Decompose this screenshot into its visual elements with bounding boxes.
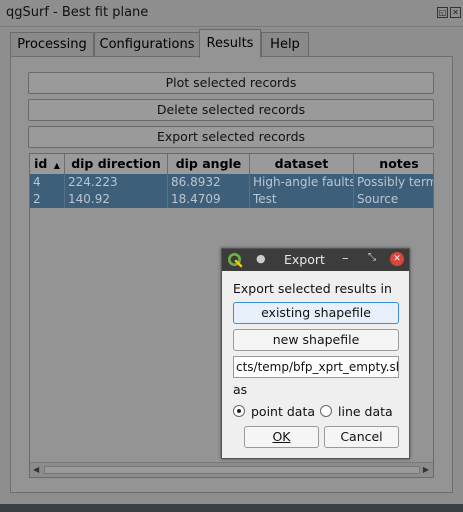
cancel-button[interactable]: Cancel bbox=[324, 426, 399, 448]
point-data-label[interactable]: point data bbox=[251, 404, 315, 419]
tab-label: Help bbox=[270, 37, 300, 52]
table-row[interactable]: 2 140.92 18.4709 Test Source bbox=[30, 191, 433, 208]
table-row[interactable]: 4 224.223 86.8932 High-angle faults Poss… bbox=[30, 174, 433, 191]
tab-label: Processing bbox=[17, 37, 87, 52]
scroll-left-icon[interactable]: ◀ bbox=[33, 465, 39, 474]
title-bar: qgSurf - Best fit plane ◱ ✕ bbox=[0, 0, 463, 27]
point-data-radio[interactable] bbox=[233, 405, 245, 417]
cell-id: 4 bbox=[30, 174, 65, 191]
qgis-logo-icon bbox=[228, 253, 243, 268]
shapefile-path-field[interactable]: cts/temp/bfp_xprt_empty.shp bbox=[233, 356, 399, 378]
new-shapefile-button[interactable]: new shapefile bbox=[233, 329, 399, 351]
main-window: qgSurf - Best fit plane ◱ ✕ Processing C… bbox=[0, 0, 463, 512]
cell-id: 2 bbox=[30, 191, 65, 208]
line-data-radio[interactable] bbox=[320, 405, 332, 417]
ok-button[interactable]: OK bbox=[244, 426, 319, 448]
cell-dip-direction: 224.223 bbox=[65, 174, 168, 191]
existing-shapefile-button[interactable]: existing shapefile bbox=[233, 302, 399, 324]
cell-dip-angle: 18.4709 bbox=[168, 191, 250, 208]
close-icon[interactable]: ✕ bbox=[450, 7, 461, 18]
tab-help[interactable]: Help bbox=[261, 32, 309, 56]
scroll-right-icon[interactable]: ▶ bbox=[423, 465, 429, 474]
export-selected-button[interactable]: Export selected records bbox=[28, 126, 434, 148]
column-header-notes[interactable]: notes bbox=[354, 154, 433, 174]
minimize-icon[interactable]: – bbox=[342, 251, 349, 266]
scrollbar-thumb[interactable] bbox=[44, 466, 420, 474]
dialog-title: Export bbox=[284, 252, 325, 267]
column-header-dataset[interactable]: dataset bbox=[250, 154, 354, 174]
tab-processing[interactable]: Processing bbox=[10, 32, 94, 56]
tab-results[interactable]: Results bbox=[199, 29, 261, 58]
cell-dataset: Test bbox=[250, 191, 354, 208]
column-header-id[interactable]: id ▲ bbox=[30, 154, 65, 174]
export-prompt: Export selected results in bbox=[233, 281, 392, 296]
pin-dot-icon[interactable]: ● bbox=[256, 252, 266, 265]
column-header-dip-direction[interactable]: dip direction bbox=[65, 154, 168, 174]
close-icon[interactable]: ✕ bbox=[390, 252, 404, 266]
export-dialog: ● Export – ⤡ ✕ Export selected results i… bbox=[221, 248, 410, 459]
window-title: qgSurf - Best fit plane bbox=[6, 5, 149, 20]
tab-configurations[interactable]: Configurations bbox=[94, 32, 200, 56]
taskbar-strip bbox=[0, 504, 463, 512]
cell-dataset: High-angle faults bbox=[250, 174, 354, 191]
plot-selected-button[interactable]: Plot selected records bbox=[28, 72, 434, 94]
column-header-dip-angle[interactable]: dip angle bbox=[168, 154, 250, 174]
sort-ascending-icon: ▲ bbox=[53, 161, 60, 170]
line-data-label[interactable]: line data bbox=[338, 404, 393, 419]
cell-dip-angle: 86.8932 bbox=[168, 174, 250, 191]
dialog-title-bar: ● Export – ⤡ ✕ bbox=[222, 249, 409, 271]
maximize-icon[interactable]: ⤡ bbox=[368, 252, 376, 263]
cell-dip-direction: 140.92 bbox=[65, 191, 168, 208]
cell-notes: Source bbox=[357, 192, 399, 206]
cell-notes: Possibly term bbox=[357, 175, 434, 189]
horizontal-scrollbar[interactable]: ◀ ▶ bbox=[30, 462, 433, 477]
tab-label: Results bbox=[206, 36, 254, 51]
as-label: as bbox=[233, 382, 248, 397]
tab-label: Configurations bbox=[99, 37, 195, 52]
restore-icon[interactable]: ◱ bbox=[437, 7, 448, 18]
table-header: id ▲ dip direction dip angle dataset not… bbox=[30, 154, 433, 175]
delete-selected-button[interactable]: Delete selected records bbox=[28, 99, 434, 121]
